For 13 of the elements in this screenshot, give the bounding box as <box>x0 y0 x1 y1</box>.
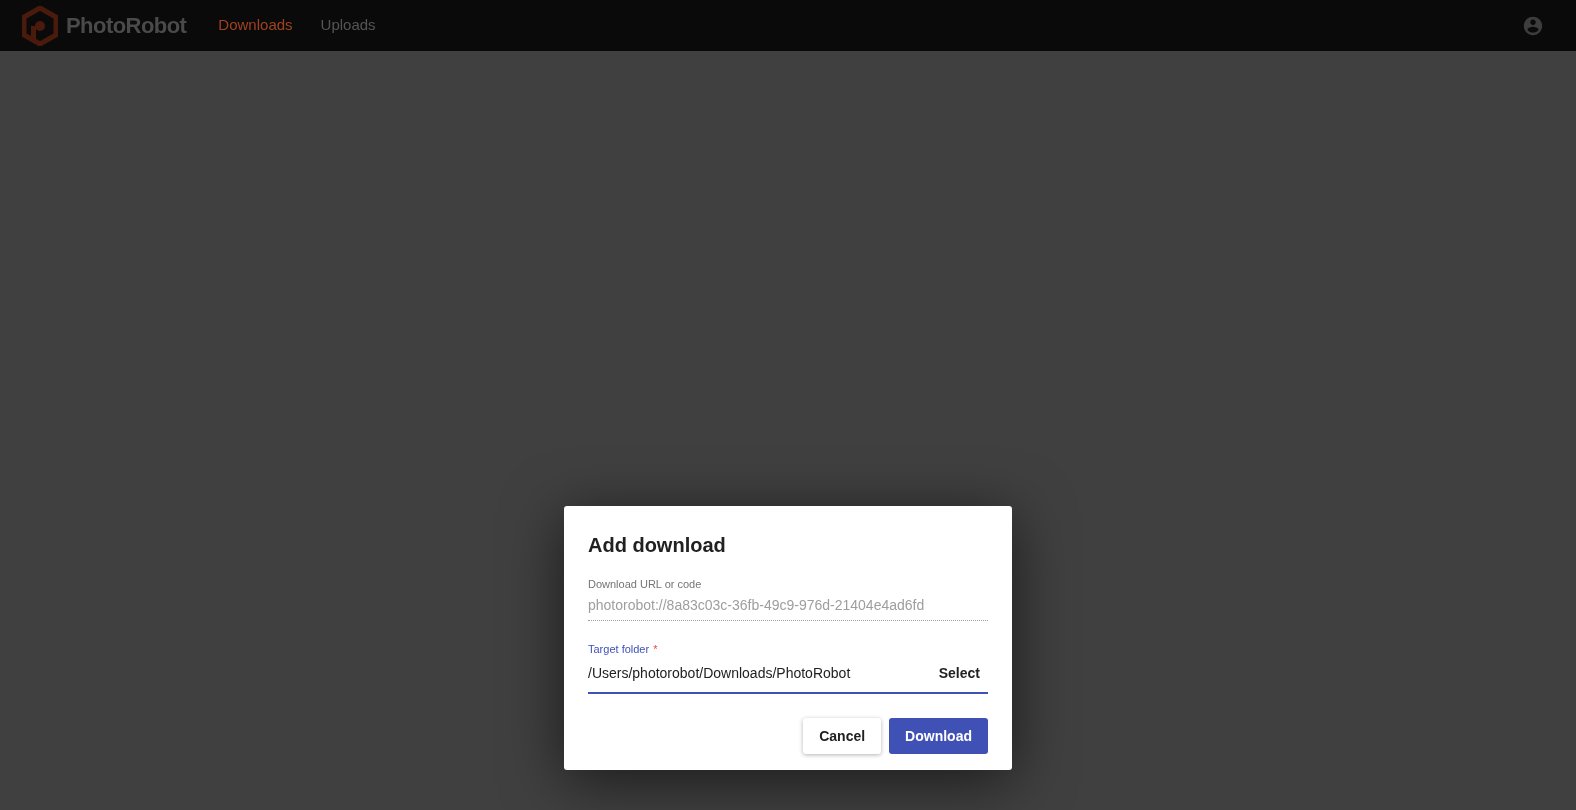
brand-name: PhotoRobot <box>66 12 187 40</box>
select-button[interactable]: Select <box>930 659 988 688</box>
download-button[interactable]: Download <box>889 718 988 754</box>
field-label: Download URL or code <box>588 577 702 592</box>
text-field[interactable]: Target folder * /Users/photorobot/Downloads/PhotoRobot Select <box>588 640 988 694</box>
hexagon-logo-icon <box>22 5 58 46</box>
account-icon[interactable] <box>1522 14 1544 37</box>
field-label: Target folder <box>588 641 650 657</box>
required-mark: * <box>653 641 658 657</box>
field-value: photorobot://8a83c03c-36fb-49c9-976d-21404e4ad6fd <box>588 595 925 615</box>
field-value: /Users/photorobot/Downloads/PhotoRobot <box>588 664 851 683</box>
dialog-title: Add download <box>588 533 727 558</box>
cancel-button[interactable]: Cancel <box>803 718 882 754</box>
